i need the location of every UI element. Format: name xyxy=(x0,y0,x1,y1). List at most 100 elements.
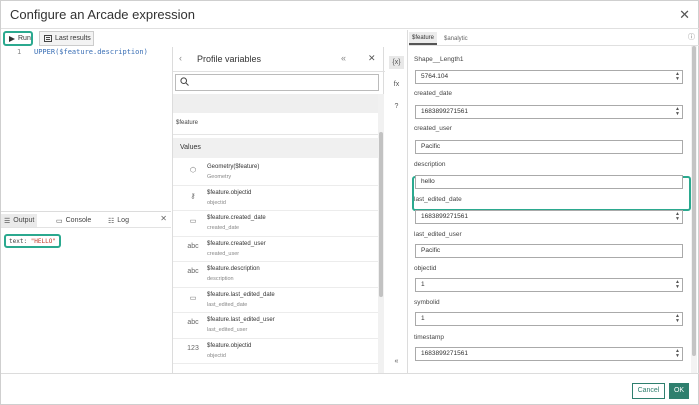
editor-toolbar: Run Last results xyxy=(1,30,171,47)
console-icon: ▭ xyxy=(56,217,63,225)
code-line[interactable]: UPPER($feature.description) xyxy=(34,48,148,56)
field-value: 1683899271561 xyxy=(421,108,468,115)
list-item-sub: description xyxy=(207,276,234,282)
profile-variables-panel: ‹ Profile variables « ✕ $feature Values … xyxy=(172,47,385,373)
list-item-sub: objectid xyxy=(207,199,226,206)
list-item-name: $feature.objectid xyxy=(207,342,252,349)
profile-scrollbar-thumb[interactable] xyxy=(379,132,383,297)
list-item[interactable]: abc $feature.created_user created_user xyxy=(173,237,378,262)
test-data-panel: $feature $analytic ⓘ Shape__Length1 5764… xyxy=(409,30,699,373)
ok-button[interactable]: OK xyxy=(669,383,689,399)
field-input[interactable]: 1 ▲ ▼ xyxy=(415,278,683,292)
field-value: Pacific xyxy=(421,247,441,254)
list-item-sub: objectid xyxy=(207,352,226,359)
expand-icon[interactable]: « xyxy=(389,355,404,368)
feature-variable-label: $feature xyxy=(176,120,199,126)
field-label: symbolid xyxy=(414,299,440,306)
run-button[interactable]: Run xyxy=(3,31,33,46)
last-results-button[interactable]: Last results xyxy=(39,31,94,46)
feature-variable-row[interactable]: $feature xyxy=(173,113,378,135)
field-label: objectid xyxy=(414,265,437,272)
list-item[interactable]: abc $feature.description description xyxy=(173,262,378,288)
text-icon: abc xyxy=(187,242,199,250)
cancel-button[interactable]: Cancel xyxy=(632,383,665,399)
field-input[interactable]: 1683899271561 ▲ ▼ xyxy=(415,105,683,119)
output-close-icon[interactable]: ✕ xyxy=(160,214,167,223)
test-data-scrollbar-thumb[interactable] xyxy=(692,46,696,356)
run-button-label: Run xyxy=(18,35,31,42)
spinner-icon[interactable]: ▲ ▼ xyxy=(675,349,680,359)
variables-icon[interactable]: {x} xyxy=(389,56,404,69)
collapse-icon[interactable]: « xyxy=(341,53,346,63)
spinner-icon[interactable]: ▲ ▼ xyxy=(675,212,680,222)
spinner-icon[interactable]: ▲ ▼ xyxy=(675,107,680,117)
list-item-name: $feature.objectid xyxy=(207,189,252,196)
geometry-icon: ⬡ xyxy=(189,167,197,174)
profile-close-icon[interactable]: ✕ xyxy=(368,53,376,64)
output-tabs: ☰ Output ▭ Console ☷ Log ✕ xyxy=(1,212,171,228)
field-input[interactable]: Pacific xyxy=(415,244,683,258)
field-input[interactable]: 5764.104 ▲ ▼ xyxy=(415,70,683,84)
list-item-sub: last_edited_user xyxy=(207,327,248,333)
dialog-footer: Cancel OK xyxy=(1,373,699,405)
field-input[interactable]: 1683899271561 ▲ ▼ xyxy=(415,347,683,361)
list-item[interactable]: ▭ $feature.created_date created_date xyxy=(173,211,378,237)
tab-console-label: Console xyxy=(65,217,92,224)
field-input[interactable]: Pacific xyxy=(415,140,683,154)
values-header: Values xyxy=(173,138,378,158)
values-header-label: Values xyxy=(180,144,201,151)
test-data-fields: Shape__Length1 5764.104 ▲ ▼ created_date … xyxy=(409,48,699,373)
tab-log-label: Log xyxy=(117,217,129,224)
list-item-sub: created_date xyxy=(207,225,240,231)
spinner-icon[interactable]: ▲ ▼ xyxy=(675,280,680,290)
editor-side-toolbar: {x} fx ? « xyxy=(385,30,408,373)
list-item[interactable]: ⚷ $feature.objectid objectid xyxy=(173,186,378,211)
tab-console[interactable]: ▭ Console xyxy=(53,214,94,227)
output-result-value: "HELLO" xyxy=(30,237,56,245)
close-icon[interactable]: ✕ xyxy=(679,7,690,23)
profile-header: ‹ Profile variables « ✕ xyxy=(173,47,385,72)
info-icon[interactable]: ⓘ xyxy=(688,32,695,42)
field-value: 1683899271561 xyxy=(421,213,468,220)
calendar-icon: ▭ xyxy=(189,218,197,225)
results-icon xyxy=(44,35,52,42)
field-label: timestamp xyxy=(414,334,444,341)
field-input[interactable]: 1 ▲ ▼ xyxy=(415,312,683,326)
spinner-icon[interactable]: ▲ ▼ xyxy=(675,72,680,82)
field-label: created_user xyxy=(414,125,452,132)
list-item[interactable]: ⬡ Geometry($feature) Geometry xyxy=(173,160,378,186)
list-item[interactable]: abc $feature.last_edited_user last_edite… xyxy=(173,313,378,339)
play-icon xyxy=(9,35,15,42)
output-panel: ☰ Output ▭ Console ☷ Log ✕ text: "HELLO" xyxy=(1,211,171,373)
description-field[interactable]: hello xyxy=(415,175,683,189)
spinner-icon[interactable]: ▲ ▼ xyxy=(675,314,680,324)
number-icon: 123 xyxy=(187,344,199,352)
list-item-name: $feature.created_user xyxy=(207,240,266,247)
code-editor[interactable]: 1 UPPER($feature.description) xyxy=(1,47,171,211)
field-value: 1 xyxy=(421,315,425,322)
field-value: 1683899271561 xyxy=(421,350,468,357)
tab-feature[interactable]: $feature xyxy=(409,32,438,45)
output-result: text: "HELLO" xyxy=(4,234,61,248)
tab-analytic[interactable]: $analytic xyxy=(441,32,471,45)
list-item[interactable]: 123 $feature.objectid objectid xyxy=(173,339,378,364)
list-item-sub: created_user xyxy=(207,250,240,257)
profile-variable-list: ⬡ Geometry($feature) Geometry ⚷ $feature… xyxy=(173,160,378,364)
functions-icon[interactable]: fx xyxy=(389,78,404,91)
list-item-name: $feature.last_edited_user xyxy=(207,317,275,323)
tab-log[interactable]: ☷ Log xyxy=(105,214,132,227)
list-item-sub: Geometry xyxy=(207,174,232,180)
tab-output[interactable]: ☰ Output xyxy=(1,214,38,227)
help-icon[interactable]: ? xyxy=(389,100,404,113)
list-item[interactable]: ▭ $feature.last_edited_date last_edited_… xyxy=(173,288,378,313)
field-value: 5764.104 xyxy=(421,73,449,80)
field-value: Pacific xyxy=(421,143,441,150)
dialog-titlebar: Configure an Arcade expression ✕ xyxy=(1,1,699,29)
profile-search-input[interactable] xyxy=(175,74,379,91)
last-results-label: Last results xyxy=(55,35,91,42)
chevron-left-icon[interactable]: ‹ xyxy=(179,53,182,63)
field-input[interactable]: 1683899271561 ▲ ▼ xyxy=(415,210,683,224)
list-item-name: $feature.description xyxy=(207,266,260,272)
dialog-frame: Configure an Arcade expression ✕ Run Las… xyxy=(0,0,699,405)
text-icon: abc xyxy=(187,268,199,275)
